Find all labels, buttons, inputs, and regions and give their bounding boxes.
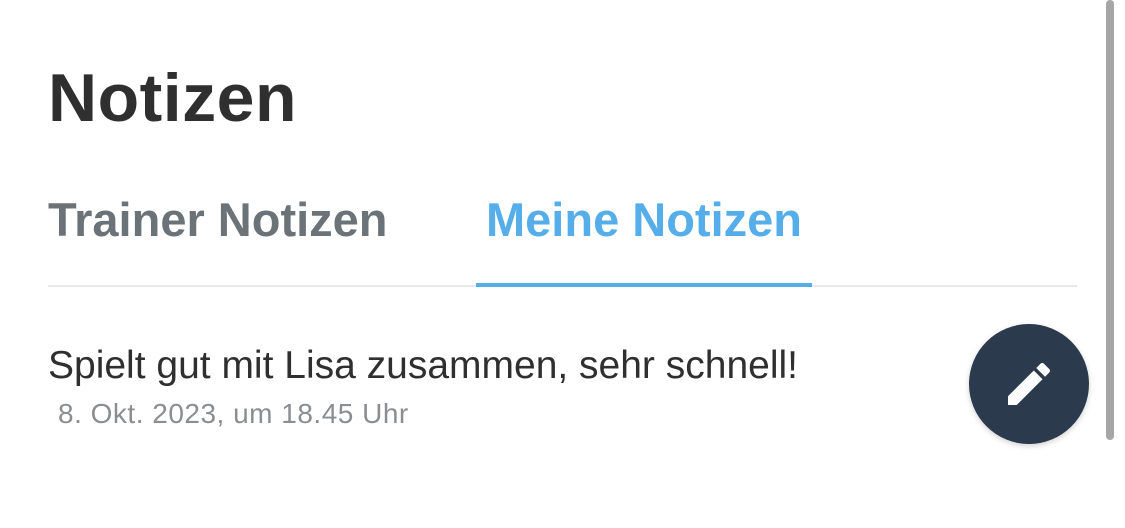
edit-note-button[interactable] bbox=[969, 324, 1089, 444]
scrollbar[interactable] bbox=[1106, 0, 1114, 440]
active-tab-indicator bbox=[476, 283, 812, 287]
tab-label: Meine Notizen bbox=[486, 193, 802, 246]
tab-label: Trainer Notizen bbox=[48, 193, 388, 246]
list-item[interactable]: Spielt gut mit Lisa zusammen, sehr schne… bbox=[48, 340, 948, 436]
tab-trainer-notes[interactable]: Trainer Notizen bbox=[48, 186, 404, 287]
tab-bar: Trainer Notizen Meine Notizen bbox=[48, 186, 1077, 288]
note-text: Spielt gut mit Lisa zusammen, sehr schne… bbox=[48, 344, 798, 387]
pencil-icon bbox=[1008, 362, 1051, 405]
tab-my-notes[interactable]: Meine Notizen bbox=[476, 186, 812, 287]
note-timestamp: 8. Okt. 2023, um 18.45 Uhr bbox=[58, 398, 409, 429]
page-title: Notizen bbox=[48, 60, 298, 136]
notes-screen: Notizen Trainer Notizen Meine Notizen Sp… bbox=[0, 0, 1125, 528]
